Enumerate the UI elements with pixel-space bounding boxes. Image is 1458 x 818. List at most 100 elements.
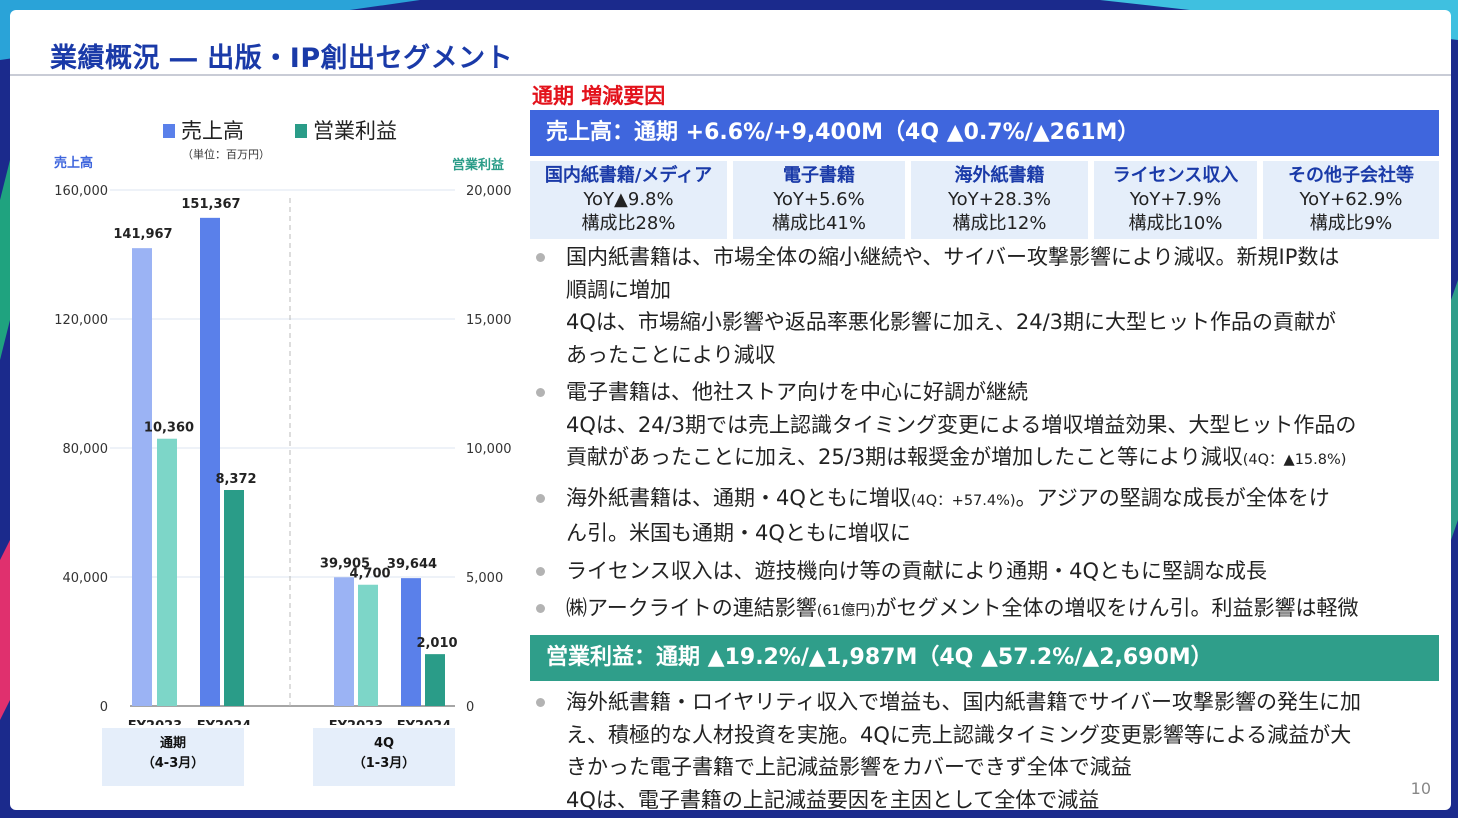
segment-tile: 海外紙書籍 YoY+28.3% 構成比12% — [911, 161, 1088, 239]
segment-tile: 電子書籍 YoY+5.6% 構成比41% — [733, 161, 905, 239]
segment-name: 国内紙書籍/メディア — [544, 165, 713, 186]
bullet-text: 貢献があったことに加え、25/3期は報奨金が増加したこと等により減収 — [566, 445, 1243, 469]
legend-swatch-profit — [295, 124, 307, 138]
segment-tiles: 国内紙書籍/メディア YoY▲9.8% 構成比28% 電子書籍 YoY+5.6%… — [530, 161, 1439, 239]
segment-name: その他子会社等 — [1288, 165, 1414, 186]
sales-bullets: 国内紙書籍は、市場全体の縮小継続や、サイバー攻撃影響により減収。新規IP数は 順… — [530, 241, 1445, 633]
bullet-line: 4Qは、電子書籍の上記減益要因を主因として全体で減益 — [566, 787, 1100, 811]
bullet-line: きかった電子書籍で上記減益影響をカバーできず全体で減益 — [566, 755, 1132, 779]
page-number: 10 — [1410, 779, 1431, 798]
bullet-item: 海外紙書籍は、通期・4Qともに増収(4Q：+57.4%)。アジアの堅調な成長が全… — [530, 482, 1445, 550]
bullet-note: (61億円) — [816, 603, 876, 619]
segment-yoy: YoY+28.3% — [948, 189, 1051, 210]
segment-share: 構成比9% — [1309, 213, 1393, 234]
bar-sales — [132, 248, 152, 706]
bullet-item: 電子書籍は、他社ストア向けを中心に好調が継続 4Qは、24/3期では売上認識タイ… — [530, 376, 1445, 477]
slide: 業績概況 ― 出版・IP創出セグメント 売上高 営業利益 （単位：百万円） 売上高 営業… — [10, 10, 1451, 810]
bullet-text: 。アジアの堅調な成長が全体をけ — [1015, 485, 1330, 510]
bar-profit — [224, 490, 244, 706]
y-left-tick-label: 80,000 — [63, 442, 109, 457]
profit-bullets: 海外紙書籍・ロイヤリティ収入で増益も、国内紙書籍でサイバー攻撃影響の発生に加 え… — [530, 686, 1445, 810]
bullet-item: ㈱アークライトの連結影響(61億円)がセグメント全体の増収をけん引。利益影響は軽… — [530, 592, 1445, 628]
period-4q-label: 4Q — [373, 736, 395, 751]
sales-banner: 売上高：通期 +6.6%/+9,400M（4Q ▲0.7%/▲261M） — [530, 110, 1439, 156]
period-box-full-year: 通期 （4-3月） — [102, 728, 244, 786]
segment-yoy: YoY▲9.8% — [583, 189, 674, 210]
period-full-range: （4-3月） — [141, 756, 205, 771]
segment-tile: 国内紙書籍/メディア YoY▲9.8% 構成比28% — [530, 161, 727, 239]
bullet-text: がセグメント全体の増収をけん引。利益影響は軽微 — [875, 596, 1359, 620]
segment-yoy: YoY+7.9% — [1129, 189, 1222, 210]
bullet-line: 4Qは、24/3期では売上認識タイミング変更による増収増益効果、大型ヒット作品の — [566, 412, 1357, 437]
bullet-line: 順調に増加 — [566, 277, 671, 302]
data-label-profit: 4,700 — [349, 567, 390, 582]
data-label-sales: 141,967 — [113, 227, 172, 242]
sales-profit-chart: 売上高 営業利益（単位：百万円）売上高 営業利益160,000 20,000120,0… — [54, 119, 512, 725]
section-label: 通期 増減要因 — [532, 84, 666, 108]
period-box-4q: 4Q （1-3月） — [313, 728, 455, 786]
segment-share: 構成比10% — [1128, 213, 1223, 234]
y-left-tick-label: 160,000 — [54, 184, 108, 199]
legend-swatch-sales — [163, 124, 175, 138]
segment-share: 構成比28% — [581, 213, 676, 234]
legend-label-profit: 営業利益 — [313, 119, 397, 143]
x-category-label: FY2023 — [128, 719, 182, 725]
y-right-tick-label: 15,000 — [466, 313, 512, 328]
bullet-line: ライセンス収入は、遊技機向け等の貢献により通期・4Qともに堅調な成長 — [566, 558, 1268, 583]
bar-profit — [358, 584, 378, 706]
bullet-line: 海外紙書籍・ロイヤリティ収入で増益も、国内紙書籍でサイバー攻撃影響の発生に加 — [566, 690, 1362, 714]
segment-name: ライセンス収入 — [1112, 165, 1239, 186]
page-title: 業績概況 ― 出版・IP創出セグメント — [50, 43, 514, 74]
bullet-note: (4Q：+57.4%) — [910, 492, 1016, 509]
y-right-tick-label: 5,000 — [466, 571, 503, 586]
y-left-tick-label: 0 — [100, 700, 108, 715]
segment-tile: その他子会社等 YoY+62.9% 構成比9% — [1263, 161, 1439, 239]
bullet-text: ㈱アークライトの連結影響 — [566, 596, 817, 620]
x-category-label: FY2024 — [397, 719, 451, 725]
bullet-text: 海外紙書籍は、通期・4Qともに増収 — [566, 485, 911, 510]
segment-name: 海外紙書籍 — [954, 165, 1045, 186]
data-label-profit: 2,010 — [416, 636, 457, 651]
bullet-line: 4Qは、市場縮小影響や返品率悪化影響に加え、24/3期に大型ヒット作品の貢献が — [566, 310, 1337, 334]
segment-share: 構成比12% — [952, 213, 1047, 234]
segment-yoy: YoY+62.9% — [1299, 189, 1403, 210]
unit-note: （単位：百万円） — [182, 147, 270, 161]
segment-name: 電子書籍 — [783, 165, 855, 186]
bullet-item: 国内紙書籍は、市場全体の縮小継続や、サイバー攻撃影響により減収。新規IP数は 順… — [530, 241, 1445, 371]
data-label-sales: 151,367 — [181, 197, 240, 212]
profit-banner: 営業利益：通期 ▲19.2%/▲1,987M（4Q ▲57.2%/▲2,690M… — [530, 635, 1439, 681]
bar-sales — [334, 577, 354, 706]
bar-profit — [157, 438, 177, 706]
bar-sales — [200, 217, 220, 706]
segment-share: 構成比41% — [771, 213, 866, 234]
segment-yoy: YoY+5.6% — [773, 189, 865, 210]
bullet-item: 海外紙書籍・ロイヤリティ収入で増益も、国内紙書籍でサイバー攻撃影響の発生に加 え… — [530, 686, 1445, 810]
period-4q-range: （1-3月） — [352, 756, 416, 771]
bullet-line: 海外紙書籍は、通期・4Qともに増収(4Q：+57.4%)。アジアの堅調な成長が全… — [566, 482, 1445, 518]
y-right-tick-label: 10,000 — [466, 442, 512, 457]
bullet-line: 電子書籍は、他社ストア向けを中心に好調が継続 — [566, 380, 1028, 404]
y-left-tick-label: 40,000 — [63, 571, 109, 586]
y-right-tick-label: 20,000 — [466, 184, 512, 199]
y-right-axis-title: 営業利益 — [452, 157, 504, 173]
bullet-line: ㈱アークライトの連結影響(61億円)がセグメント全体の増収をけん引。利益影響は軽… — [566, 592, 1445, 628]
data-label-profit: 10,360 — [144, 421, 194, 436]
legend-label-sales: 売上高 — [181, 119, 244, 143]
bar-profit — [425, 654, 445, 706]
title-divider — [10, 74, 1451, 76]
bullet-line: え、積極的な人材投資を実施。4Qに売上認識タイミング変更影響等による減益が大 — [566, 722, 1352, 747]
bullet-line: ん引。米国も通期・4Qともに増収に — [566, 521, 911, 545]
data-label-sales: 39,644 — [387, 557, 437, 572]
x-category-label: FY2024 — [197, 719, 251, 725]
period-full-label: 通期 — [159, 736, 186, 751]
bullet-line: あったことにより減収 — [566, 342, 776, 367]
bullet-line: 国内紙書籍は、市場全体の縮小継続や、サイバー攻撃影響により減収。新規IP数は — [566, 245, 1340, 269]
x-category-label: FY2023 — [329, 719, 383, 725]
bullet-item: ライセンス収入は、遊技機向け等の貢献により通期・4Qともに堅調な成長 — [530, 555, 1445, 588]
segment-tile: ライセンス収入 YoY+7.9% 構成比10% — [1094, 161, 1257, 239]
bullet-line: 貢献があったことに加え、25/3期は報奨金が増加したこと等により減収(4Q：▲1… — [566, 441, 1445, 477]
data-label-profit: 8,372 — [215, 472, 256, 487]
y-left-axis-title: 売上高 — [54, 155, 93, 171]
y-left-tick-label: 120,000 — [54, 313, 108, 328]
y-right-tick-label: 0 — [466, 700, 474, 715]
